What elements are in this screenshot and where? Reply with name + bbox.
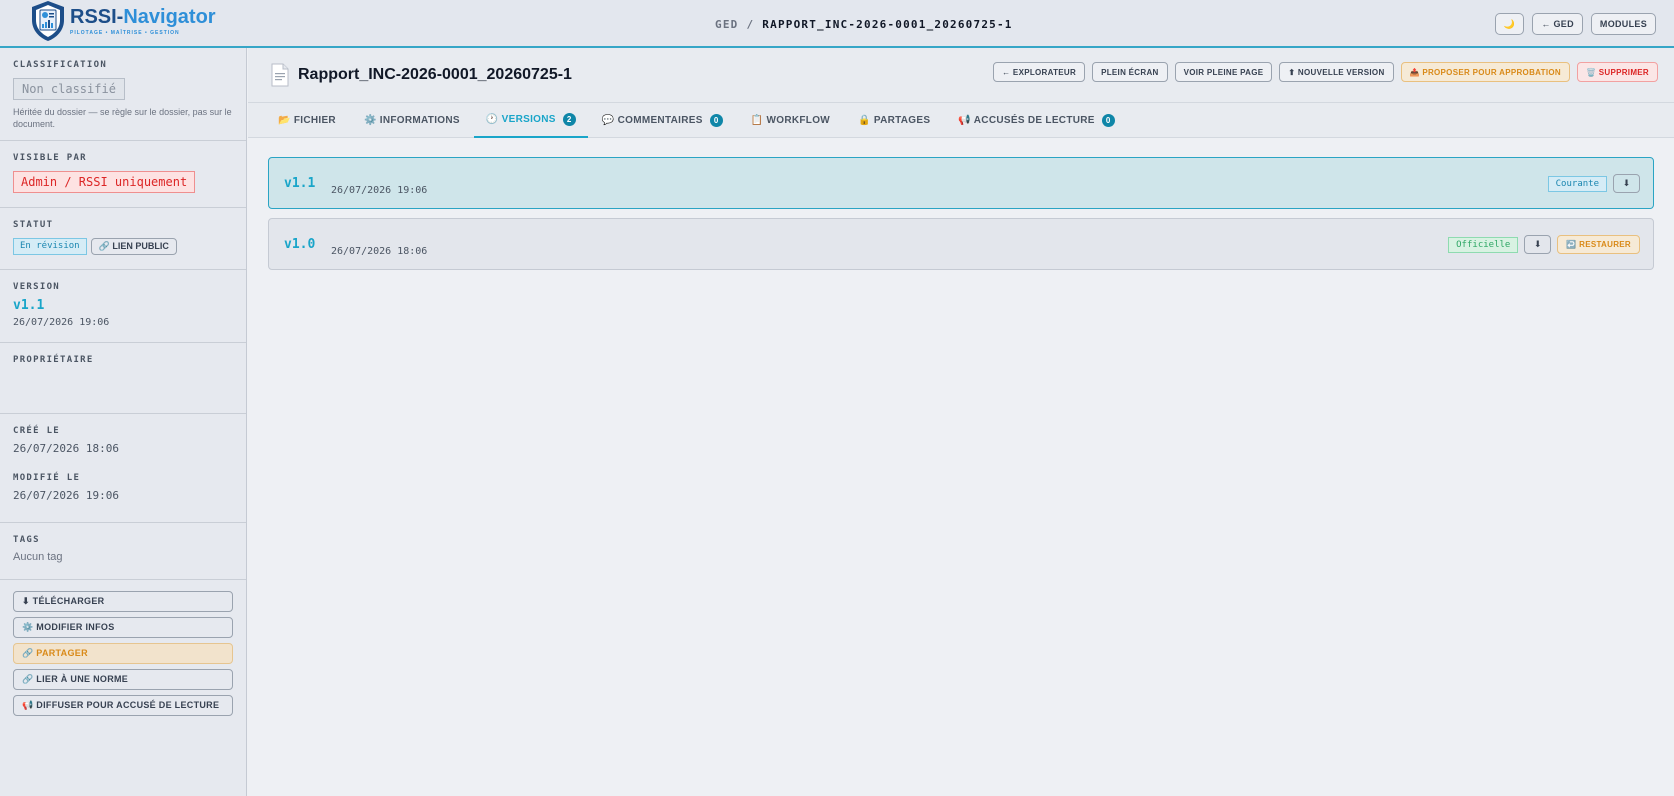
- full-page-button[interactable]: VOIR PLEINE PAGE: [1174, 62, 1273, 82]
- download-version-button[interactable]: ⬇: [1524, 235, 1552, 254]
- document-header: Rapport_INC-2026-0001_20260725-1 ← EXPLO…: [248, 48, 1674, 103]
- versions-count-badge: 2: [562, 113, 576, 126]
- theme-toggle-button[interactable]: 🌙: [1494, 13, 1525, 35]
- broadcast-button[interactable]: 📢 DIFFUSER POUR ACCUSÉ DE LECTURE: [13, 695, 233, 716]
- explorer-button[interactable]: ← EXPLORATEUR: [993, 62, 1086, 82]
- version-date: 26/07/2026 19:06: [331, 184, 428, 196]
- tab-comments[interactable]: 💬 COMMENTAIRES 0: [588, 103, 737, 138]
- version-label: v1.0: [284, 236, 316, 252]
- tab-read-receipts-label: 📢 ACCUSÉS DE LECTURE: [958, 115, 1095, 126]
- link-norm-button[interactable]: 🔗 LIER À UNE NORME: [13, 669, 233, 690]
- tags-label: TAGS: [13, 535, 40, 545]
- comments-count-badge: 0: [709, 114, 723, 127]
- breadcrumb: GED / RAPPORT_INC-2026-0001_20260725-1: [715, 18, 1013, 31]
- version-label: VERSION: [13, 282, 61, 292]
- version-section: VERSION v1.1 26/07/2026 19:06: [0, 270, 246, 343]
- tab-workflow[interactable]: 📋 WORKFLOW: [737, 103, 844, 138]
- breadcrumb-root[interactable]: GED: [715, 18, 738, 31]
- tab-file[interactable]: 📂 FICHIER: [264, 103, 350, 138]
- owner-section: PROPRIÉTAIRE: [0, 343, 246, 414]
- fullscreen-button[interactable]: PLEIN ÉCRAN: [1092, 62, 1168, 82]
- logo[interactable]: RSSI-Navigator PILOTAGE • MAÎTRISE • GES…: [30, 0, 216, 42]
- current-badge: Courante: [1547, 175, 1607, 192]
- document-sidebar: CLASSIFICATION Non classifié Héritée du …: [0, 48, 247, 796]
- tab-shares[interactable]: 🔒 PARTAGES: [844, 103, 944, 138]
- status-badge: En révision: [13, 238, 87, 255]
- created-value: 26/07/2026 18:06: [13, 442, 119, 455]
- shield-logo-icon: [32, 1, 64, 41]
- tags-value: Aucun tag: [13, 551, 63, 563]
- share-button[interactable]: 🔗 PARTAGER: [13, 643, 233, 664]
- classification-badge: Non classifié: [13, 78, 125, 100]
- tab-file-label: 📂 FICHIER: [278, 115, 336, 126]
- propose-approval-button[interactable]: 📤 PROPOSER POUR APPROBATION: [1400, 62, 1570, 82]
- version-value: v1.1: [13, 298, 45, 313]
- versions-list: v1.1 26/07/2026 19:06 Courante ⬇ v1.0 26…: [248, 138, 1674, 298]
- download-button[interactable]: ⬇ TÉLÉCHARGER: [13, 591, 233, 612]
- version-row[interactable]: v1.1 26/07/2026 19:06 Courante ⬇: [268, 157, 1654, 209]
- top-bar: RSSI-Navigator PILOTAGE • MAÎTRISE • GES…: [0, 0, 1674, 48]
- version-date: 26/07/2026 18:06: [331, 245, 428, 257]
- official-badge: Officielle: [1448, 236, 1519, 253]
- receipts-count-badge: 0: [1101, 114, 1115, 127]
- tab-workflow-label: 📋 WORKFLOW: [750, 115, 831, 126]
- tab-info[interactable]: ⚙️ INFORMATIONS: [350, 103, 474, 138]
- brand-tagline: PILOTAGE • MAÎTRISE • GESTION: [70, 30, 180, 36]
- tab-read-receipts[interactable]: 📢 ACCUSÉS DE LECTURE 0: [944, 103, 1128, 138]
- visibility-section: VISIBLE PAR Admin / RSSI uniquement: [0, 141, 246, 208]
- top-actions: 🌙 ← GED MODULES: [1494, 13, 1656, 35]
- download-version-button[interactable]: ⬇: [1613, 174, 1640, 193]
- document-title: Rapport_INC-2026-0001_20260725-1: [298, 66, 572, 83]
- edit-info-button[interactable]: ⚙️ MODIFIER INFOS: [13, 617, 233, 638]
- owner-label: PROPRIÉTAIRE: [13, 355, 94, 365]
- classification-section: CLASSIFICATION Non classifié Héritée du …: [0, 48, 246, 141]
- restore-button[interactable]: ↩️ RESTAURER: [1557, 235, 1640, 254]
- tab-versions-label: 🕐 VERSIONS: [485, 114, 556, 125]
- tab-versions[interactable]: 🕐 VERSIONS 2: [473, 103, 588, 138]
- document-icon: [271, 63, 289, 87]
- main-panel: Rapport_INC-2026-0001_20260725-1 ← EXPLO…: [248, 48, 1674, 796]
- delete-button[interactable]: 🗑️ SUPPRIMER: [1576, 62, 1658, 82]
- tab-comments-label: 💬 COMMENTAIRES: [601, 115, 703, 126]
- document-tabs: 📂 FICHIER ⚙️ INFORMATIONS 🕐 VERSIONS 2 💬 …: [248, 103, 1674, 138]
- brand-name: RSSI-Navigator: [70, 6, 216, 28]
- classification-note: Héritée du dossier — se règle sur le dos…: [13, 107, 232, 129]
- breadcrumb-separator: /: [746, 18, 755, 31]
- classification-label: CLASSIFICATION: [13, 60, 108, 70]
- breadcrumb-current: RAPPORT_INC-2026-0001_20260725-1: [762, 18, 1013, 31]
- version-label: v1.1: [284, 175, 316, 191]
- dates-section: CRÉÉ LE 26/07/2026 18:06 MODIFIÉ LE 26/0…: [0, 414, 246, 523]
- modified-label: MODIFIÉ LE: [13, 473, 81, 483]
- back-to-ged-button[interactable]: ← GED: [1532, 13, 1583, 35]
- version-row[interactable]: v1.0 26/07/2026 18:06 Officielle ⬇ ↩️ RE…: [268, 218, 1654, 270]
- visibility-label: VISIBLE PAR: [13, 153, 87, 163]
- sidebar-actions: ⬇ TÉLÉCHARGER ⚙️ MODIFIER INFOS 🔗 PARTAG…: [0, 580, 246, 727]
- created-label: CRÉÉ LE: [13, 426, 61, 436]
- tab-info-label: ⚙️ INFORMATIONS: [363, 115, 460, 126]
- status-section: STATUT En révision 🔗 LIEN PUBLIC: [0, 208, 246, 270]
- public-link-button[interactable]: 🔗 LIEN PUBLIC: [90, 238, 177, 255]
- document-actions: ← EXPLORATEUR PLEIN ÉCRAN VOIR PLEINE PA…: [993, 62, 1658, 82]
- tab-shares-label: 🔒 PARTAGES: [858, 115, 931, 126]
- tags-section: TAGS Aucun tag: [0, 523, 246, 580]
- visibility-badge: Admin / RSSI uniquement: [13, 171, 196, 193]
- modules-button[interactable]: MODULES: [1590, 13, 1656, 35]
- modified-value: 26/07/2026 19:06: [13, 489, 119, 502]
- status-label: STATUT: [13, 220, 54, 230]
- new-version-button[interactable]: ⬆ NOUVELLE VERSION: [1279, 62, 1394, 82]
- version-date: 26/07/2026 19:06: [13, 317, 110, 328]
